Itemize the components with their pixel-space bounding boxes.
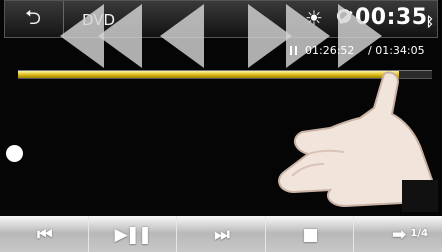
skip-previous-icon: ⏮ <box>37 225 52 245</box>
fast-forward-arrow-icon <box>338 4 382 68</box>
skip-arrows-overlay <box>60 0 390 72</box>
dvd-player-screen: ⮌ DVD ☀ 00:35 ᛒ 01:26:52 / 01:34:05 ⏮ ▶❚… <box>0 0 442 252</box>
play-pause-icon: ▶❚❚ <box>114 225 153 245</box>
play-pause-button[interactable]: ▶❚❚ <box>89 216 178 252</box>
back-button[interactable]: ⮌ <box>5 1 64 37</box>
hand-pointer-image <box>278 71 438 212</box>
stop-icon: ■ <box>302 225 319 245</box>
fast-forward-arrow-icon <box>286 4 330 68</box>
skip-next-icon: ⏭ <box>214 225 229 245</box>
arrow-right-icon: ➡ <box>392 225 406 245</box>
page-indicator: 1/4 <box>410 228 428 239</box>
playback-controls: ⏮ ▶❚❚ ⏭ ■ ➡ 1/4 <box>0 216 442 252</box>
stop-button[interactable]: ■ <box>266 216 355 252</box>
back-arrow-icon: ⮌ <box>25 5 42 29</box>
rewind-arrow-icon <box>98 4 142 68</box>
total-time: / 01:34:05 <box>368 44 425 57</box>
rewind-arrow-icon <box>160 4 204 68</box>
bluetooth-icon: ᛒ <box>426 15 434 30</box>
next-button[interactable]: ⏭ <box>177 216 266 252</box>
side-handle[interactable] <box>6 145 23 162</box>
elapsed-time: 01:26:52 <box>305 44 355 57</box>
pause-status-icon <box>290 46 297 55</box>
previous-button[interactable]: ⏮ <box>0 216 89 252</box>
next-page-button[interactable]: ➡ 1/4 <box>354 216 442 252</box>
